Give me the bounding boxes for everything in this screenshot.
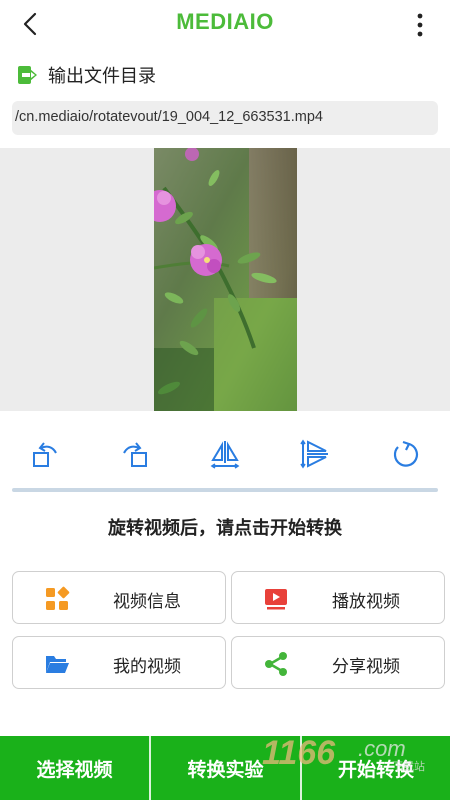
rotation-toolbar [0, 432, 450, 480]
flip-horizontal-icon [210, 441, 240, 469]
reset-rotation-icon [393, 440, 419, 467]
video-info-label: 视频信息 [113, 592, 181, 612]
flip-horizontal-button[interactable] [205, 432, 245, 476]
flip-vertical-button[interactable] [295, 432, 335, 476]
grid-info-icon [46, 586, 70, 610]
my-videos-button[interactable]: 我的视频 [12, 636, 226, 689]
svg-text:1166: 1166 [262, 734, 336, 772]
play-video-icon [265, 589, 287, 610]
play-video-label: 播放视频 [332, 592, 400, 612]
video-preview-image[interactable] [154, 148, 297, 411]
output-directory-label: 输出文件目录 [48, 66, 156, 87]
svg-text:下载站: 下载站 [392, 759, 425, 773]
svg-text:.com: .com [358, 736, 406, 761]
rotate-left-icon [33, 442, 57, 467]
top-bar: MEDIAIO [0, 0, 450, 48]
rotate-left-button[interactable] [25, 432, 65, 476]
video-info-button[interactable]: 视频信息 [12, 571, 226, 624]
share-video-button[interactable]: 分享视频 [231, 636, 445, 689]
reset-rotation-button[interactable] [385, 432, 425, 476]
my-videos-label: 我的视频 [113, 657, 181, 677]
rotate-right-button[interactable] [115, 432, 155, 476]
output-directory-row: 输出文件目录 [0, 48, 450, 98]
rotate-hint-text: 旋转视频后，请点击开始转换 [108, 518, 342, 539]
select-video-button[interactable]: 选择视频 [0, 736, 149, 800]
export-icon [18, 66, 37, 84]
video-preview-area [0, 148, 450, 411]
rotate-right-icon [123, 442, 147, 467]
share-icon [265, 652, 287, 676]
output-path-field: /cn.mediaio/rotatevout/19_004_12_663531.… [12, 101, 438, 135]
toolbar-divider [12, 488, 438, 492]
app-logo-title: MEDIAIO [176, 9, 274, 34]
watermark-logo: 1166 .com 下载站 [262, 734, 425, 773]
share-video-label: 分享视频 [332, 657, 400, 677]
flip-vertical-icon [300, 439, 328, 469]
folder-icon [46, 656, 69, 673]
more-options-icon[interactable] [408, 12, 432, 38]
play-video-button[interactable]: 播放视频 [231, 571, 445, 624]
